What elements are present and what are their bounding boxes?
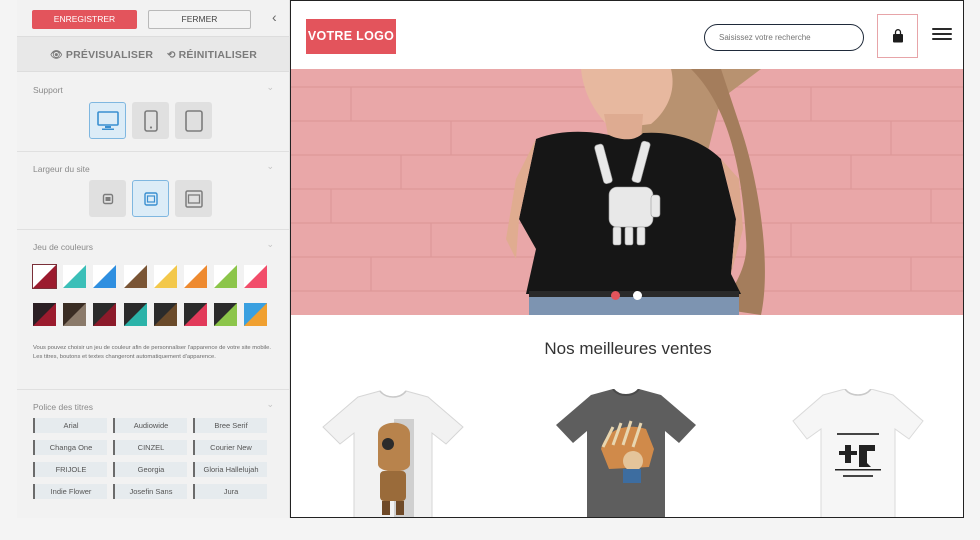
- product-image: [556, 388, 696, 517]
- product-image: [792, 388, 924, 517]
- color-swatch[interactable]: [214, 265, 238, 288]
- hero-photo: [291, 69, 963, 315]
- width-title: Largeur du site: [33, 164, 90, 174]
- support-title: Support: [33, 85, 63, 95]
- mobile-icon: [143, 109, 158, 132]
- tablet-device-button[interactable]: [175, 102, 212, 139]
- color-swatch[interactable]: [184, 303, 207, 326]
- save-button[interactable]: ENREGISTRER: [32, 10, 137, 29]
- width-medium-icon: [143, 191, 158, 206]
- close-button[interactable]: FERMER: [148, 10, 251, 29]
- color-swatch[interactable]: [93, 265, 117, 288]
- font-option[interactable]: Audiowide: [113, 418, 187, 433]
- color-swatch[interactable]: [184, 265, 207, 288]
- font-option[interactable]: Bree Serif: [193, 418, 267, 433]
- color-swatch[interactable]: [123, 265, 147, 288]
- chevron-down-icon[interactable]: ⌄: [266, 399, 274, 410]
- editor-top-buttons: ENREGISTRER FERMER: [32, 10, 282, 30]
- site-header: VOTRE LOGO: [291, 1, 963, 69]
- width-narrow-icon: [102, 193, 113, 204]
- preview-link[interactable]: 👁 PRÉVISUALISER: [50, 49, 153, 61]
- width-section: Largeur du site ⌄: [17, 152, 289, 230]
- cart-button[interactable]: [877, 14, 918, 58]
- color-swatch[interactable]: [244, 265, 268, 288]
- site-logo[interactable]: VOTRE LOGO: [306, 19, 396, 54]
- product-card[interactable]: [551, 388, 701, 517]
- fonts-title: Police des titres: [33, 402, 93, 412]
- desktop-device-button[interactable]: [89, 102, 126, 139]
- color-swatch[interactable]: [153, 265, 177, 288]
- mobile-device-button[interactable]: [132, 102, 169, 139]
- tablet-icon: [184, 109, 203, 132]
- color-swatch[interactable]: [123, 303, 147, 326]
- desktop-icon: [96, 110, 119, 130]
- preview-reset-bar: 👁 PRÉVISUALISER ⟲ RÉINITIALISER: [17, 36, 289, 72]
- product-card[interactable]: [783, 388, 933, 517]
- color-swatch[interactable]: [93, 303, 117, 326]
- color-swatch[interactable]: [214, 303, 238, 326]
- chevron-down-icon[interactable]: ⌄: [266, 161, 274, 172]
- search-input[interactable]: [704, 24, 864, 51]
- colors-note: Vous pouvez choisir un jeu de couleur af…: [33, 345, 271, 360]
- chevron-down-icon[interactable]: ⌄: [266, 239, 274, 250]
- color-swatch[interactable]: [63, 265, 87, 288]
- site-preview: VOTRE LOGO Saisissez votre recherche Nos…: [290, 0, 964, 518]
- eye-icon: 👁: [50, 50, 63, 61]
- colors-title: Jeu de couleurs: [33, 242, 94, 252]
- shopping-bag-icon: [892, 29, 903, 43]
- width-wide-icon: [184, 189, 203, 208]
- color-swatch[interactable]: [32, 264, 57, 289]
- font-option[interactable]: Jura: [193, 484, 267, 499]
- carousel-dot[interactable]: [633, 291, 642, 300]
- font-option[interactable]: Courier New: [193, 440, 267, 455]
- chevron-down-icon[interactable]: ⌄: [266, 82, 274, 93]
- color-swatch[interactable]: [244, 303, 268, 326]
- product-card[interactable]: [318, 389, 468, 517]
- color-swatch[interactable]: [33, 303, 56, 326]
- font-option[interactable]: CINZEL: [113, 440, 187, 455]
- color-swatch[interactable]: [63, 303, 87, 326]
- reset-label: RÉINITIALISER: [178, 49, 258, 61]
- reset-icon: ⟲: [167, 50, 176, 61]
- colors-section: Jeu de couleurs ⌄: [17, 230, 289, 390]
- hamburger-menu-icon[interactable]: [932, 28, 952, 42]
- best-sellers-title: Nos meilleures ventes: [544, 339, 712, 358]
- font-option[interactable]: Indie Flower: [33, 484, 107, 499]
- width-narrow-button[interactable]: [89, 180, 126, 217]
- preview-label: PRÉVISUALISER: [65, 49, 154, 61]
- font-option[interactable]: Arial: [33, 418, 107, 433]
- carousel-dot-active[interactable]: [611, 291, 620, 300]
- reset-link[interactable]: ⟲ RÉINITIALISER: [167, 49, 257, 61]
- font-option[interactable]: Changa One: [33, 440, 107, 455]
- width-wide-button[interactable]: [175, 180, 212, 217]
- color-swatch[interactable]: [153, 303, 177, 326]
- collapse-panel-icon[interactable]: ‹: [272, 9, 277, 25]
- font-option[interactable]: Gloria Hallelujah: [193, 462, 267, 477]
- font-option[interactable]: Josefin Sans: [113, 484, 187, 499]
- hero-banner: [291, 69, 963, 315]
- support-section: Support ⌄: [17, 73, 289, 152]
- font-option[interactable]: Georgia: [113, 462, 187, 477]
- editor-panel: ENREGISTRER FERMER ‹ 👁 PRÉVISUALISER ⟲ RÉI…: [17, 0, 290, 518]
- product-image: [322, 390, 464, 517]
- font-option[interactable]: FRIJOLE: [33, 462, 107, 477]
- width-medium-button[interactable]: [132, 180, 169, 217]
